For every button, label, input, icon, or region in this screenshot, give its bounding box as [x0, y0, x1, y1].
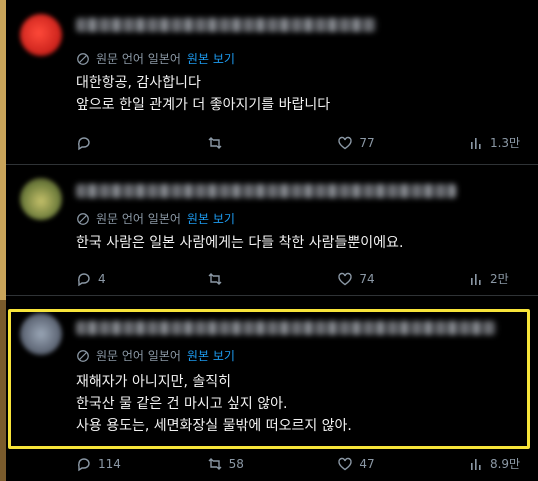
views-button[interactable]: 1.3만	[468, 134, 528, 151]
tweet-text-line: 한국산 물 같은 건 마시고 싶지 않아.	[76, 396, 288, 412]
show-original-link[interactable]: 원본 보기	[187, 50, 235, 67]
avatar[interactable]	[20, 313, 62, 355]
translate-icon	[76, 349, 90, 363]
translation-notice: 원문 언어 일본어 원본 보기	[76, 210, 235, 227]
views-count: 2만	[489, 272, 509, 286]
reply-tweet[interactable]: 원문 언어 일본어 원본 보기 한국 사람은 일본 사람에게는 다들 착한 사람…	[6, 166, 538, 296]
show-original-link[interactable]: 원본 보기	[187, 347, 235, 364]
retweet-icon	[208, 272, 222, 285]
reply-icon	[77, 457, 90, 471]
tweet-text-line: 앞으로 한일 관계가 더 좋아지기를 바랍니다	[76, 97, 331, 113]
translation-language-label: 원문 언어 일본어	[96, 349, 181, 363]
blurred-username[interactable]	[76, 321, 496, 335]
like-button[interactable]: 77	[337, 134, 397, 151]
show-original-link[interactable]: 원본 보기	[187, 210, 235, 227]
like-count: 47	[359, 456, 375, 471]
reply-button[interactable]: 4	[76, 270, 136, 287]
reply-count: 114	[98, 456, 121, 471]
tweet-text-line: 재해자가 아니지만, 솔직히	[76, 374, 232, 390]
tweet-text: 재해자가 아니지만, 솔직히 한국산 물 같은 건 마시고 싶지 않아. 사용 …	[76, 371, 352, 437]
views-chart-icon	[470, 273, 481, 285]
translate-icon	[76, 212, 90, 226]
reply-icon	[77, 136, 90, 150]
tweet-text-line: 사용 용도는, 세면화장실 물밖에 떠오르지 않아.	[76, 418, 352, 434]
reply-button[interactable]: 114	[76, 455, 136, 472]
like-button[interactable]: 47	[337, 455, 397, 472]
like-count: 77	[359, 135, 375, 150]
retweet-button[interactable]	[207, 270, 267, 287]
translation-language-label: 원문 언어 일본어	[96, 212, 181, 226]
tweet-text: 대한항공, 감사합니다 앞으로 한일 관계가 더 좋아지기를 바랍니다	[76, 72, 330, 116]
reply-thread: 원문 언어 일본어 원본 보기 대한항공, 감사합니다 앞으로 한일 관계가 더…	[0, 0, 538, 481]
tweet-text-line: 대한항공, 감사합니다	[76, 75, 201, 91]
tweet-text-line: 한국 사람은 일본 사람에게는 다들 착한 사람들뿐이에요.	[76, 235, 404, 251]
heart-icon	[338, 457, 353, 470]
retweet-count: 58	[228, 456, 244, 471]
heart-icon	[338, 136, 353, 149]
avatar[interactable]	[20, 14, 62, 56]
retweet-icon	[208, 136, 222, 149]
views-button[interactable]: 8.9만	[468, 455, 528, 472]
translation-notice: 원문 언어 일본어 원본 보기	[76, 347, 235, 364]
views-chart-icon	[470, 458, 481, 470]
translation-notice: 원문 언어 일본어 원본 보기	[76, 50, 235, 67]
reply-count: 4	[98, 271, 106, 286]
tweet-actions: 114 58 47 8.9만	[76, 455, 528, 472]
reply-icon	[77, 272, 90, 286]
reply-tweet[interactable]: 원문 언어 일본어 원본 보기 재해자가 아니지만, 솔직히 한국산 물 같은 …	[6, 297, 538, 481]
views-count: 8.9만	[489, 457, 521, 471]
views-chart-icon	[470, 137, 481, 149]
reply-button[interactable]	[76, 134, 136, 151]
tweet-text: 한국 사람은 일본 사람에게는 다들 착한 사람들뿐이에요.	[76, 232, 403, 254]
tweet-actions: 4 74 2만	[76, 270, 528, 287]
like-button[interactable]: 74	[337, 270, 397, 287]
retweet-button[interactable]: 58	[207, 455, 267, 472]
views-count: 1.3만	[489, 136, 521, 150]
views-button[interactable]: 2만	[468, 270, 528, 287]
tweet-actions: 77 1.3만	[76, 134, 528, 151]
translation-language-label: 원문 언어 일본어	[96, 52, 181, 66]
blurred-username[interactable]	[76, 18, 376, 32]
translate-icon	[76, 52, 90, 66]
heart-icon	[338, 272, 353, 285]
avatar[interactable]	[20, 178, 62, 220]
retweet-icon	[208, 457, 222, 470]
blurred-username[interactable]	[76, 184, 456, 198]
retweet-button[interactable]	[207, 134, 267, 151]
like-count: 74	[359, 271, 375, 286]
reply-tweet[interactable]: 원문 언어 일본어 원본 보기 대한항공, 감사합니다 앞으로 한일 관계가 더…	[6, 0, 538, 165]
